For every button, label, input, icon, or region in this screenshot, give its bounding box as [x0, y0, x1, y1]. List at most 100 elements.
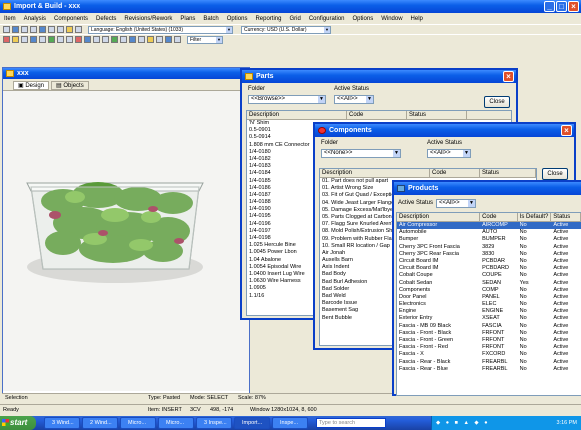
column-header[interactable]: Description — [320, 169, 430, 177]
column-header[interactable]: Code — [480, 213, 518, 221]
copy-icon[interactable] — [57, 26, 64, 33]
table-row[interactable]: Air Compressor AIRCOMP No Active — [397, 222, 581, 230]
menu-item[interactable]: Defects — [92, 14, 120, 24]
components-active-select[interactable]: <<All>> ▼ — [427, 149, 471, 158]
column-header[interactable]: Is Default? — [518, 213, 552, 221]
preview-icon[interactable] — [39, 26, 46, 33]
close-button[interactable]: × — [568, 1, 579, 12]
paste-icon[interactable] — [66, 26, 73, 33]
pause-icon[interactable] — [21, 36, 28, 43]
column-header[interactable]: Code — [347, 111, 407, 119]
parts-folder-select[interactable]: <<Browse>> ▼ — [248, 95, 326, 104]
table-icon[interactable] — [39, 36, 46, 43]
parts-close-icon[interactable]: × — [503, 71, 514, 82]
table-row[interactable]: Fascia - Front - Green FRFONT No Active — [397, 337, 581, 344]
taskbar-search-field[interactable]: Type to search — [316, 418, 386, 428]
table-row[interactable]: Cherry 3PC Front Fascia 3829 No Active — [397, 244, 581, 251]
table-row[interactable]: Fascia - Rear - Black FREARBL No Active — [397, 359, 581, 366]
table-row[interactable]: Automobile AUTO No Active — [397, 229, 581, 236]
filter-select[interactable]: Filter ▼ — [187, 35, 223, 44]
start-button[interactable]: start — [0, 416, 36, 430]
language-select[interactable]: Language: English (United States) (1033)… — [88, 25, 233, 34]
table-row[interactable]: Exterior Entry XSEAT No Active — [397, 315, 581, 322]
undo-icon[interactable] — [75, 26, 82, 33]
menu-item[interactable]: Item — [0, 14, 20, 24]
taskbar-button[interactable]: Micro... — [158, 417, 194, 429]
taskbar-button[interactable]: 2 Wind... — [82, 417, 118, 429]
table-row[interactable]: Fascia - Front - Red FRFONT No Active — [397, 344, 581, 351]
column-header[interactable]: Status — [480, 169, 536, 177]
tray-icons[interactable]: ◆ ● ■ ▲ ◆ ● — [436, 420, 490, 426]
link-icon[interactable] — [129, 36, 136, 43]
delete-icon[interactable] — [75, 36, 82, 43]
taskbar-button[interactable]: 3 Inspe... — [196, 417, 232, 429]
products-grid[interactable]: Description Code Is Default? Status Air … — [396, 212, 581, 396]
table-row[interactable]: Cobalt Sedan SEDAN Yes Active — [397, 280, 581, 287]
run-icon[interactable] — [12, 36, 19, 43]
column-header[interactable]: Status — [407, 111, 467, 119]
menu-item[interactable]: Window — [377, 14, 406, 24]
print-icon[interactable] — [30, 26, 37, 33]
parts-close-button[interactable]: Close — [484, 96, 510, 108]
settings-icon[interactable] — [174, 36, 181, 43]
tab-design[interactable]: ▣ Design — [13, 81, 50, 90]
tab-objects[interactable]: ▤ Objects — [51, 81, 89, 90]
table-row[interactable]: Bumper BUMPER No Active — [397, 236, 581, 243]
table-row[interactable]: Fascia - Front - Black FRFONT No Active — [397, 330, 581, 337]
grid-icon[interactable] — [30, 36, 37, 43]
zoom-in-icon[interactable] — [93, 36, 100, 43]
open-icon[interactable] — [12, 26, 19, 33]
column-header[interactable]: Description — [397, 213, 481, 221]
new-icon[interactable] — [3, 26, 10, 33]
table-row[interactable]: Fascia - MB 09 Black FASCIA No Active — [397, 323, 581, 330]
table-row[interactable]: Cherry 3PC Rear Fascia 3830 No Active — [397, 251, 581, 258]
align-center-icon[interactable] — [66, 36, 73, 43]
menu-item[interactable]: Configuration — [305, 14, 349, 24]
table-row[interactable]: Components COMP No Active — [397, 287, 581, 294]
table-row[interactable]: Fascia - Rear - Blue FREARBL No Active — [397, 366, 581, 373]
maximize-button[interactable]: □ — [556, 1, 567, 12]
table-row[interactable]: Fascia - X FXCORD No Active — [397, 351, 581, 358]
cut-icon[interactable] — [48, 26, 55, 33]
chart-icon[interactable] — [120, 36, 127, 43]
table-row[interactable]: Circuit Board IM PCBDARD No Active — [397, 265, 581, 272]
components-folder-select[interactable]: <<None>> ▼ — [321, 149, 401, 158]
currency-select[interactable]: Currency: USD (U.S. Dollar) ▼ — [241, 25, 331, 34]
menu-item[interactable]: Batch — [199, 14, 222, 24]
taskbar-button[interactable]: Micro... — [120, 417, 156, 429]
parts-active-select[interactable]: <<All>> ▼ — [334, 95, 374, 104]
taskbar-button[interactable]: 3 Wind... — [44, 417, 80, 429]
table-row[interactable]: Electronics ELEC No Active — [397, 301, 581, 308]
menu-item[interactable]: Analysis — [20, 14, 50, 24]
menu-item[interactable]: Plans — [176, 14, 199, 24]
table-row[interactable]: Cobalt Coupe COUPE No Active — [397, 272, 581, 279]
save-icon[interactable] — [21, 26, 28, 33]
components-close-button[interactable]: Close — [542, 168, 568, 180]
taskbar-button[interactable]: Inspe... — [272, 417, 308, 429]
menu-item[interactable]: Components — [50, 14, 92, 24]
column-header[interactable]: Status — [551, 213, 581, 221]
menu-item[interactable]: Help — [407, 14, 427, 24]
menu-item[interactable]: Revisions/Rework — [120, 14, 176, 24]
menu-item[interactable]: Options — [349, 14, 378, 24]
refresh-icon[interactable] — [111, 36, 118, 43]
menu-item[interactable]: Options — [223, 14, 252, 24]
minimize-button[interactable]: _ — [544, 1, 555, 12]
filter-icon[interactable] — [165, 36, 172, 43]
table-row[interactable]: Circuit Board IM PCBDAR No Active — [397, 258, 581, 265]
table-row[interactable]: Door Panel PANEL No Active — [397, 294, 581, 301]
components-close-icon[interactable]: × — [561, 125, 572, 136]
table-row[interactable]: Engine ENGINE No Active — [397, 308, 581, 315]
taskbar-button[interactable]: Import... — [234, 417, 270, 429]
column-header[interactable]: Code — [430, 169, 480, 177]
zoom-out-icon[interactable] — [102, 36, 109, 43]
image-icon[interactable] — [84, 36, 91, 43]
check-icon[interactable] — [48, 36, 55, 43]
menu-item[interactable]: Reporting — [251, 14, 285, 24]
stop-icon[interactable] — [3, 36, 10, 43]
star-icon[interactable] — [147, 36, 154, 43]
menu-item[interactable]: Grid — [285, 14, 304, 24]
column-header[interactable]: Description — [247, 111, 347, 119]
search-icon[interactable] — [156, 36, 163, 43]
products-active-select[interactable]: <<All>> ▼ — [436, 199, 476, 208]
